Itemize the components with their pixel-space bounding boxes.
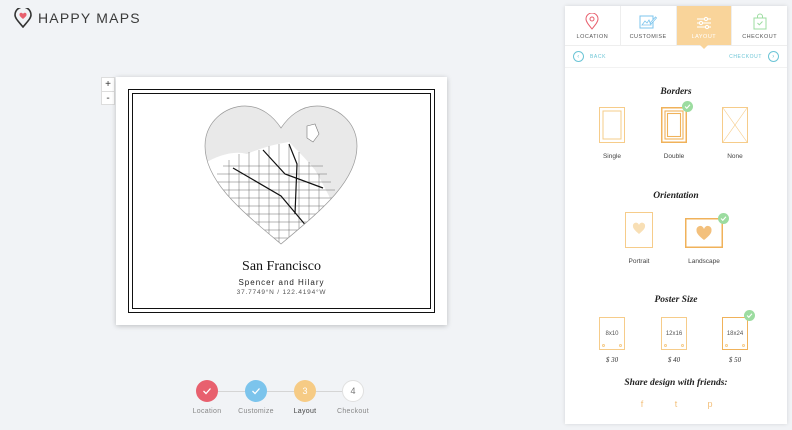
size-corner-dot — [619, 344, 622, 347]
size-corner-dot — [742, 344, 745, 347]
landscape-icon — [685, 218, 723, 248]
tab-location-label: LOCATION — [576, 34, 609, 40]
borders-title: Borders — [660, 87, 692, 97]
tab-checkout-label: CHECKOUT — [742, 34, 778, 40]
size-18x24-check-icon — [744, 310, 755, 321]
single-border-icon — [599, 107, 625, 143]
step-customize[interactable]: Customize — [234, 380, 278, 415]
twitter-icon[interactable]: t — [671, 399, 681, 409]
orientation-option-landscape[interactable]: Landscape — [682, 218, 726, 265]
facebook-icon[interactable]: f — [637, 399, 647, 409]
tab-layout[interactable]: LAYOUT — [676, 6, 733, 49]
step-checkout[interactable]: 4 Checkout — [331, 380, 375, 415]
next-checkout-button[interactable]: CHECKOUT › — [729, 51, 779, 62]
step-layout-label: Layout — [293, 408, 317, 415]
panel-tabs: LOCATION CUSTOMISE LAYOUT CHECKOUT — [565, 6, 787, 49]
border-single-label: Single — [602, 153, 622, 160]
chevron-left-icon: ‹ — [573, 51, 584, 62]
poster-subtitle: Spencer and Hilary — [238, 278, 325, 287]
size-corner-dot — [664, 344, 667, 347]
step-location-check-icon — [196, 380, 218, 402]
sliders-icon — [696, 16, 711, 30]
step-location-label: Location — [192, 408, 222, 415]
heart-map[interactable] — [203, 104, 359, 246]
size-8x10-box: 8x10 — [599, 317, 625, 350]
location-pin-icon — [585, 13, 599, 30]
border-double-label: Double — [663, 153, 685, 160]
step-customize-label: Customize — [238, 408, 274, 415]
size-corner-dot — [725, 344, 728, 347]
size-18x24-box: 18x24 — [722, 317, 748, 350]
tab-customise-label: CUSTOMISE — [629, 34, 667, 40]
border-option-double[interactable]: Double — [659, 107, 689, 160]
size-12x16-price: $ 40 — [667, 356, 681, 364]
size-8x10-label: 8x10 — [605, 330, 619, 337]
step-customize-check-icon — [245, 380, 267, 402]
size-corner-dot — [602, 344, 605, 347]
brand-logo[interactable]: HAPPY MAPS — [14, 8, 141, 28]
brand-name: HAPPY MAPS — [38, 10, 141, 26]
size-option-8x10[interactable]: 8x10 $ 30 — [597, 317, 627, 364]
portrait-icon — [625, 212, 653, 248]
back-button[interactable]: ‹ BACK — [573, 51, 606, 62]
step-layout[interactable]: 3 Layout — [283, 380, 327, 415]
heart-pin-icon — [14, 8, 32, 28]
orientation-landscape-label: Landscape — [688, 258, 720, 265]
size-corner-dot — [681, 344, 684, 347]
orientation-title: Orientation — [653, 191, 699, 201]
size-18x24-price: $ 50 — [728, 356, 742, 364]
tab-layout-label: LAYOUT — [691, 34, 717, 40]
orientation-portrait-label: Portrait — [628, 258, 650, 265]
zoom-controls: + - — [101, 77, 115, 105]
border-option-single[interactable]: Single — [597, 107, 627, 160]
border-none-label: None — [727, 153, 743, 160]
tab-location[interactable]: LOCATION — [565, 6, 621, 45]
double-border-icon — [661, 107, 687, 143]
tab-checkout[interactable]: CHECKOUT — [732, 6, 787, 45]
border-double-check-icon — [682, 101, 693, 112]
shopping-bag-icon — [753, 13, 767, 30]
step-checkout-number: 4 — [342, 380, 364, 402]
poster-title: San Francisco — [242, 259, 321, 274]
panel-nav: ‹ BACK CHECKOUT › — [565, 46, 787, 68]
layout-panel: LOCATION CUSTOMISE LAYOUT CHECKOUT ‹ BAC… — [565, 6, 787, 424]
tab-customise[interactable]: CUSTOMISE — [621, 6, 677, 45]
size-12x16-label: 12x16 — [665, 330, 683, 337]
share-icons: f t p — [565, 399, 787, 409]
border-option-none[interactable]: None — [720, 107, 750, 160]
size-18x24-label: 18x24 — [726, 330, 744, 337]
size-8x10-price: $ 30 — [605, 356, 619, 364]
progress-stepper: Location Customize 3 Layout 4 Checkout — [185, 380, 385, 420]
zoom-in-button[interactable]: + — [102, 78, 114, 91]
size-option-12x16[interactable]: 12x16 $ 40 — [659, 317, 689, 364]
edit-image-icon — [639, 15, 658, 29]
share-title: Share design with friends: — [624, 378, 728, 388]
step-location[interactable]: Location — [185, 380, 229, 415]
poster-coordinates: 37.7749°N / 122.4194°W — [236, 289, 327, 296]
zoom-out-button[interactable]: - — [102, 91, 114, 104]
step-layout-number: 3 — [294, 380, 316, 402]
next-label: CHECKOUT — [729, 53, 762, 60]
poster-preview: San Francisco Spencer and Hilary 37.7749… — [116, 77, 447, 325]
orientation-landscape-check-icon — [718, 213, 729, 224]
size-option-18x24[interactable]: 18x24 $ 50 — [720, 317, 750, 364]
pinterest-icon[interactable]: p — [705, 399, 715, 409]
step-checkout-label: Checkout — [337, 408, 369, 415]
back-label: BACK — [590, 53, 607, 60]
poster-size-title: Poster Size — [654, 295, 698, 305]
orientation-option-portrait[interactable]: Portrait — [620, 212, 658, 265]
chevron-right-icon: › — [768, 51, 779, 62]
no-border-icon — [722, 107, 748, 143]
size-12x16-box: 12x16 — [661, 317, 687, 350]
